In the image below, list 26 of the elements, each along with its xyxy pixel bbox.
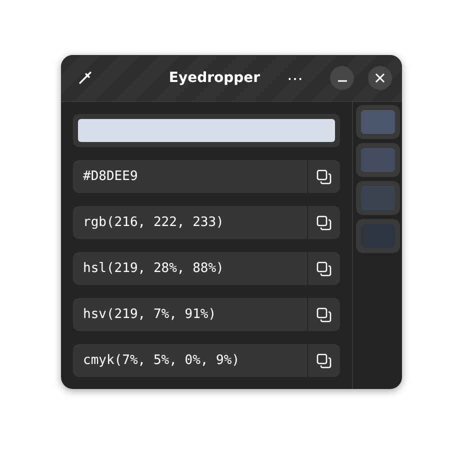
window-title: Eyedropper	[168, 70, 262, 86]
eyedropper-icon	[77, 70, 93, 86]
history-swatch[interactable]	[356, 219, 400, 253]
copy-icon	[316, 306, 332, 322]
copy-icon	[316, 352, 332, 368]
minimize-button[interactable]	[330, 66, 354, 90]
history-swatch[interactable]	[356, 143, 400, 177]
menu-button[interactable]: ⋯	[282, 65, 308, 91]
color-value: hsv(219, 7%, 91%)	[82, 307, 218, 322]
color-value-field[interactable]: hsv(219, 7%, 91%)	[73, 298, 340, 331]
close-icon	[375, 73, 385, 83]
copy-icon	[316, 168, 332, 184]
color-value: hsl(219, 28%, 88%)	[82, 261, 225, 276]
color-value: #D8DEE9	[82, 169, 139, 184]
copy-icon	[316, 260, 332, 276]
history-swatch[interactable]	[356, 181, 400, 215]
color-value: cmyk(7%, 5%, 0%, 9%)	[82, 353, 241, 368]
minimize-icon	[338, 80, 346, 82]
color-value-field[interactable]: hsl(219, 28%, 88%)	[73, 252, 340, 285]
close-button[interactable]	[368, 66, 392, 90]
copy-icon	[316, 214, 332, 230]
history-swatch[interactable]	[356, 105, 400, 139]
color-value-field[interactable]: #D8DEE9	[73, 160, 340, 193]
color-value-field[interactable]: cmyk(7%, 5%, 0%, 9%)	[73, 344, 340, 377]
color-value-field[interactable]: rgb(216, 222, 233)	[73, 206, 340, 239]
color-value: rgb(216, 222, 233)	[82, 215, 225, 230]
